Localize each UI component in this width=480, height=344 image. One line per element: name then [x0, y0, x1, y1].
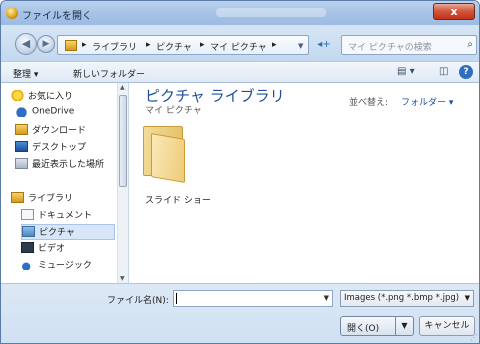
sort-label: 並べ替え:	[349, 98, 389, 108]
file-open-dialog: ファイルを開く x ◀ ▶ ▸ ライブラリ ▸ ピクチャ ▸ マイ ピクチャ ▸…	[0, 0, 480, 344]
library-icon	[65, 40, 77, 51]
scroll-thumb[interactable]	[119, 95, 127, 187]
folder-label[interactable]: スライド ショー	[145, 193, 211, 206]
filename-input[interactable]: ▼	[173, 290, 333, 307]
arrow-left-icon: ◀	[21, 37, 31, 50]
nav-item-onedrive[interactable]: OneDrive	[15, 106, 74, 122]
nav-item-downloads[interactable]: ダウンロード	[15, 123, 86, 139]
breadcrumb-my-pictures[interactable]: マイ ピクチャ	[210, 40, 267, 53]
nav-item-music[interactable]: ミュージック	[21, 258, 92, 274]
file-type-filter[interactable]: Images (*.png *.bmp *.jpg) ▼	[340, 290, 474, 307]
content-pane: ピクチャ ライブラリ マイ ピクチャ 並べ替え: フォルダー ▾ スライド ショ…	[129, 83, 479, 283]
preview-pane-icon[interactable]: ◫	[439, 66, 448, 77]
command-bar: 整理 ▾ 新しいフォルダー ▤ ▾ ◫ ?	[1, 61, 479, 83]
chevron-down-icon[interactable]: ▼	[324, 294, 329, 302]
close-button[interactable]: x	[433, 3, 475, 20]
open-label: 開く(O)	[347, 324, 380, 334]
nav-item-favorites[interactable]: お気に入り	[11, 89, 73, 105]
music-icon	[21, 259, 34, 270]
new-folder-button[interactable]: 新しいフォルダー	[73, 67, 145, 80]
scroll-down-icon[interactable]: ▼	[120, 275, 125, 282]
cancel-button[interactable]: キャンセル	[419, 316, 475, 336]
nav-item-recent-places[interactable]: 最近表示した場所	[15, 157, 104, 173]
window-title: ファイルを開く	[22, 11, 92, 22]
chevron-down-icon[interactable]: ▼	[395, 317, 413, 335]
breadcrumb-separator: ▸	[146, 40, 151, 50]
navigation-pane: お気に入り OneDrive ダウンロード デスクトップ 最近表示した場所 ライ…	[1, 83, 129, 283]
download-folder-icon	[15, 124, 28, 135]
nav-item-libraries[interactable]: ライブラリ	[11, 191, 73, 207]
address-bar[interactable]: ▸ ライブラリ ▸ ピクチャ ▸ マイ ピクチャ ▸	[57, 35, 309, 55]
filter-value: Images (*.png *.bmp *.jpg)	[344, 293, 460, 303]
refresh-button[interactable]: ◂+	[311, 36, 337, 54]
help-icon[interactable]: ?	[459, 65, 473, 79]
title-blur	[216, 8, 326, 17]
arrow-right-icon: ▶	[42, 39, 50, 49]
nav-item-desktop[interactable]: デスクトップ	[15, 140, 86, 156]
forward-button[interactable]: ▶	[37, 35, 55, 53]
chevron-down-icon: ▼	[464, 294, 470, 302]
cloud-icon	[15, 106, 28, 117]
dialog-footer: ファイル名(N): ▼ Images (*.png *.bmp *.jpg) ▼…	[1, 283, 479, 343]
text-caret	[176, 293, 177, 304]
resize-grip-icon[interactable]: ⋰	[470, 333, 478, 342]
pictures-icon	[22, 226, 35, 237]
app-icon	[6, 7, 18, 19]
search-icon: ⌕	[467, 39, 473, 50]
organize-button[interactable]: 整理 ▾	[13, 67, 38, 80]
title-bar: ファイルを開く x	[1, 1, 479, 25]
scroll-up-icon[interactable]: ▲	[120, 84, 125, 91]
breadcrumb-libraries[interactable]: ライブラリ	[92, 40, 137, 53]
folder-icon[interactable]	[139, 126, 191, 184]
nav-item-videos[interactable]: ビデオ	[21, 241, 65, 257]
search-input[interactable]: マイ ピクチャの検索 ⌕	[341, 35, 477, 55]
breadcrumb-separator: ▸	[200, 40, 205, 50]
videos-icon	[21, 242, 34, 253]
breadcrumb-separator: ▸	[82, 40, 87, 50]
search-placeholder: マイ ピクチャの検索	[348, 43, 432, 53]
desktop-icon	[15, 141, 28, 152]
nav-item-documents[interactable]: ドキュメント	[21, 208, 92, 224]
nav-scrollbar[interactable]: ▲ ▼	[117, 83, 128, 283]
recent-places-icon	[15, 158, 28, 169]
open-button[interactable]: 開く(O) ▼	[340, 316, 414, 336]
breadcrumb-separator: ▸	[272, 40, 277, 50]
chevron-down-icon[interactable]: ▼	[298, 42, 303, 50]
library-subtitle: マイ ピクチャ	[145, 106, 202, 116]
breadcrumb-pictures[interactable]: ピクチャ	[156, 40, 192, 53]
refresh-icon: ◂+	[317, 39, 331, 50]
documents-icon	[21, 209, 34, 220]
back-button[interactable]: ◀	[15, 33, 37, 55]
nav-item-pictures[interactable]: ピクチャ	[21, 224, 115, 240]
star-icon	[11, 90, 24, 101]
library-icon	[11, 192, 24, 203]
view-menu-icon[interactable]: ▤ ▾	[397, 66, 415, 77]
filename-label: ファイル名(N):	[107, 296, 169, 306]
sort-dropdown[interactable]: フォルダー ▾	[401, 95, 453, 108]
address-row: ◀ ▶ ▸ ライブラリ ▸ ピクチャ ▸ マイ ピクチャ ▸ ▼ ◂+ マイ ピ…	[1, 25, 479, 61]
